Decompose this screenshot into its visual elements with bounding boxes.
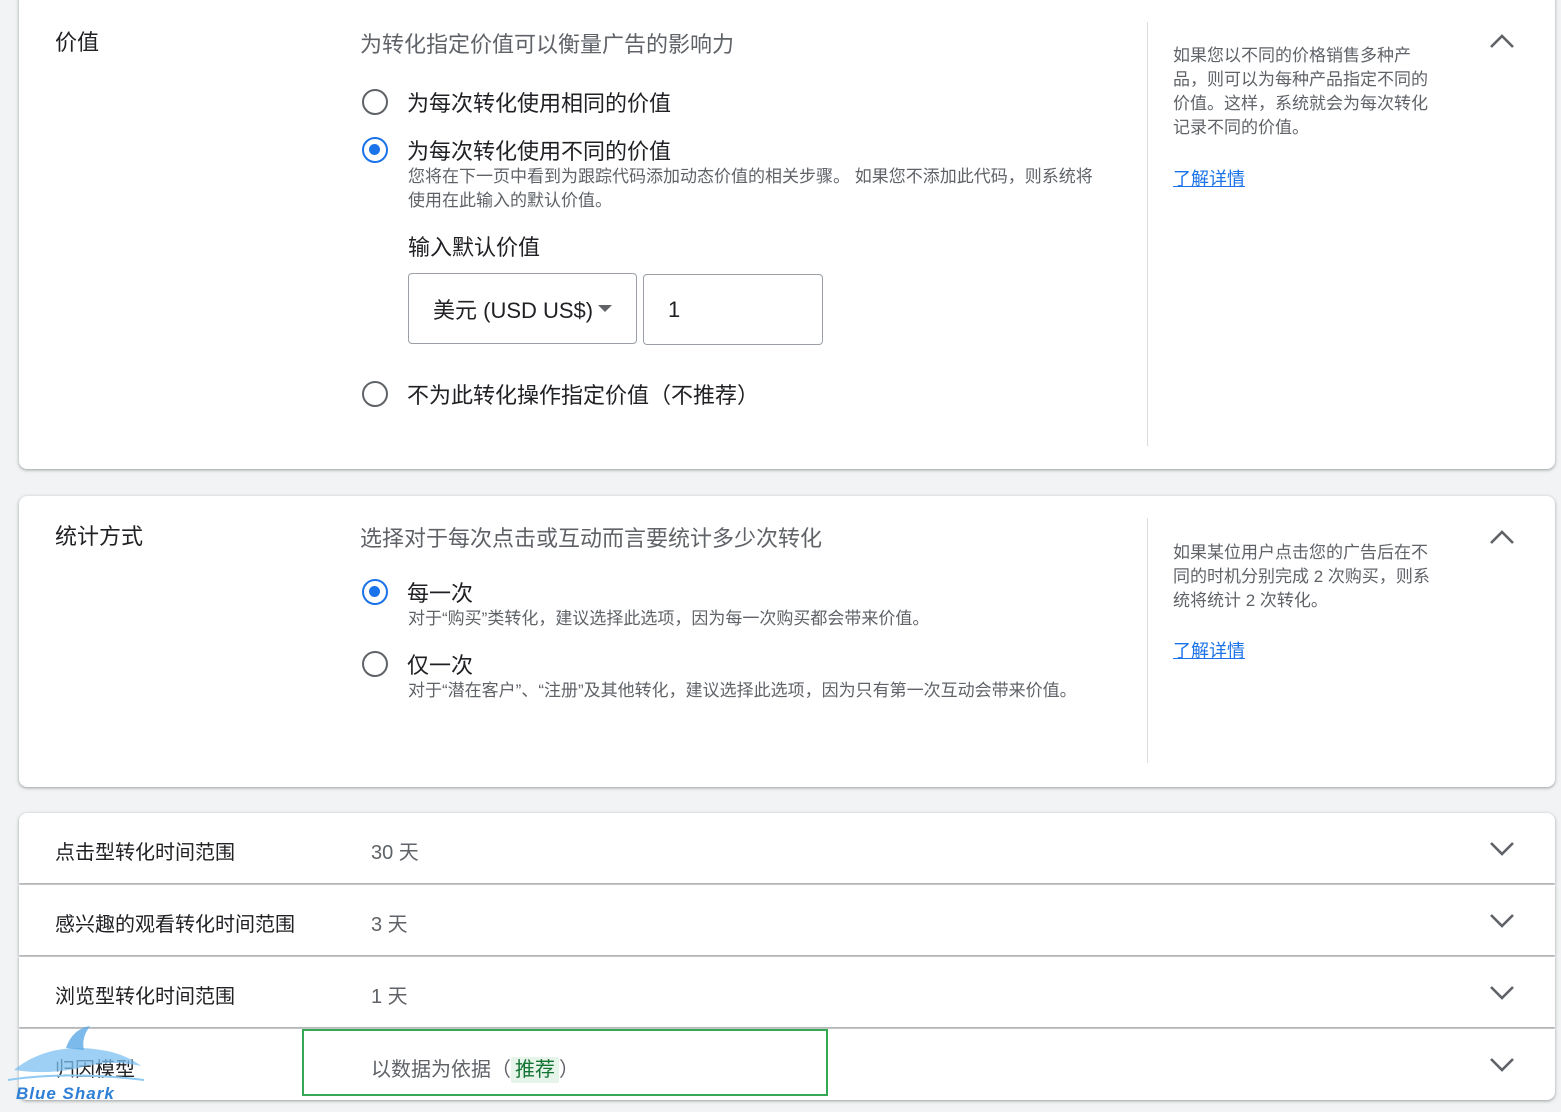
divider bbox=[1147, 22, 1148, 446]
row-label: 点击型转化时间范围 bbox=[55, 842, 235, 864]
radio-help-text: 您将在下一页中看到为跟踪代码添加动态价值的相关步骤。 如果您不添加此代码，则系统… bbox=[408, 167, 1093, 210]
radio-no-value[interactable]: 不为此转化操作指定价值（不推荐） bbox=[362, 378, 759, 410]
dropdown-arrow-icon bbox=[598, 305, 612, 312]
row-value: 3 天 bbox=[371, 914, 408, 936]
side-help-text: 如果某位用户点击您的广告后在不同的时机分别完成 2 次购买，则系统将统计 2 次… bbox=[1173, 543, 1430, 610]
section-description: 为转化指定价值可以衡量广告的影响力 bbox=[360, 32, 735, 57]
row-label: 归因模型 bbox=[55, 1059, 135, 1081]
row-label: 感兴趣的观看转化时间范围 bbox=[55, 914, 295, 936]
section-description: 选择对于每次点击或互动而言要统计多少次转化 bbox=[360, 526, 823, 551]
currency-select-value: 美元 (USD US$) bbox=[433, 297, 594, 323]
radio-once[interactable]: 仅一次 bbox=[362, 648, 473, 680]
radio-button[interactable] bbox=[362, 381, 388, 407]
row-value: 30 天 bbox=[371, 842, 419, 864]
radio-help-text: 对于“购买”类转化，建议选择此选项，因为每一次购买都会带来价值。 bbox=[408, 609, 930, 628]
radio-label: 每一次 bbox=[407, 581, 474, 606]
currency-select[interactable]: 美元 (USD US$) bbox=[408, 273, 637, 344]
default-value-label: 输入默认价值 bbox=[408, 235, 541, 260]
divider bbox=[1147, 518, 1148, 763]
chevron-down-icon[interactable] bbox=[1489, 912, 1515, 930]
value-section-card: 价值 为转化指定价值可以衡量广告的影响力 为每次转化使用相同的价值 为每次转化使… bbox=[19, 0, 1555, 469]
radio-label: 为每次转化使用不同的价值 bbox=[407, 139, 672, 164]
learn-more-link[interactable]: 了解详情 bbox=[1173, 637, 1245, 663]
section-title: 统计方式 bbox=[55, 524, 144, 549]
radio-button-selected[interactable] bbox=[362, 137, 388, 163]
radio-button[interactable] bbox=[362, 651, 388, 677]
radio-label: 为每次转化使用相同的价值 bbox=[407, 91, 672, 116]
side-help-text: 如果您以不同的价格销售多种产品，则可以为每种产品指定不同的价值。这样，系统就会为… bbox=[1173, 46, 1428, 137]
view-through-window-row[interactable]: 浏览型转化时间范围 1 天 bbox=[19, 957, 1555, 1027]
highlight-annotation-box bbox=[302, 1029, 828, 1096]
radio-label: 不为此转化操作指定价值（不推荐） bbox=[407, 383, 760, 408]
chevron-up-icon[interactable] bbox=[1489, 528, 1515, 546]
count-section-card: 统计方式 选择对于每次点击或互动而言要统计多少次转化 每一次 对于“购买”类转化… bbox=[19, 496, 1555, 787]
default-value-input[interactable] bbox=[643, 274, 823, 345]
chevron-down-icon[interactable] bbox=[1489, 984, 1515, 1002]
chevron-up-icon[interactable] bbox=[1489, 32, 1515, 50]
row-value: 1 天 bbox=[371, 986, 408, 1008]
section-title: 价值 bbox=[55, 30, 100, 55]
radio-label: 仅一次 bbox=[407, 653, 474, 678]
radio-same-value[interactable]: 为每次转化使用相同的价值 bbox=[362, 86, 671, 118]
row-label: 浏览型转化时间范围 bbox=[55, 986, 235, 1008]
radio-help-text: 对于“潜在客户”、“注册”及其他转化，建议选择此选项，因为只有第一次互动会带来价… bbox=[408, 681, 1077, 700]
engaged-view-window-row[interactable]: 感兴趣的观看转化时间范围 3 天 bbox=[19, 885, 1555, 955]
radio-button-selected[interactable] bbox=[362, 579, 388, 605]
click-through-window-row[interactable]: 点击型转化时间范围 30 天 bbox=[19, 813, 1555, 883]
learn-more-link[interactable]: 了解详情 bbox=[1173, 165, 1245, 191]
chevron-down-icon[interactable] bbox=[1489, 1056, 1515, 1074]
radio-every[interactable]: 每一次 bbox=[362, 576, 473, 608]
chevron-down-icon[interactable] bbox=[1489, 840, 1515, 858]
radio-different-value[interactable]: 为每次转化使用不同的价值 bbox=[362, 134, 671, 166]
radio-button[interactable] bbox=[362, 89, 388, 115]
